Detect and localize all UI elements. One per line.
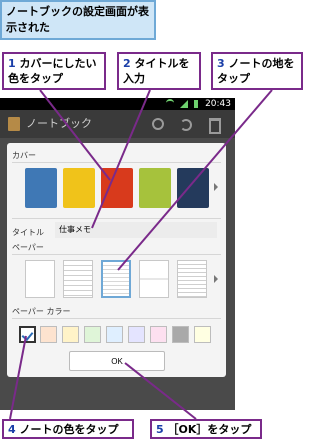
title-label: タイトル: [12, 228, 44, 237]
paper-divider: [12, 254, 221, 255]
status-bar: 20:43: [0, 98, 235, 110]
paper-color-section-label: ペーパー カラー: [12, 307, 71, 316]
paper-color-ivory[interactable]: [194, 326, 211, 343]
checkmark-icon: [21, 328, 34, 342]
cover-color-navy[interactable]: [177, 168, 209, 208]
wifi-icon: [166, 98, 175, 109]
title-input-value: 仕事メモ: [59, 225, 91, 234]
paper-color-pink[interactable]: [150, 326, 167, 343]
caption-box: ノートブックの設定画面が表示された: [0, 0, 156, 40]
paper-color-white[interactable]: [19, 326, 36, 343]
cover-color-red[interactable]: [101, 168, 133, 208]
actionbar-title: ノートブック: [26, 117, 92, 130]
action-bar: ノートブック: [0, 110, 235, 138]
ok-button[interactable]: OK: [69, 351, 165, 371]
callout-1-text: カバーにしたい色をタップ: [8, 57, 97, 85]
cover-color-green[interactable]: [139, 168, 171, 208]
title-input[interactable]: 仕事メモ: [55, 222, 217, 238]
callout-3-text: ノートの地をタップ: [217, 57, 295, 85]
callout-4-number: 4: [8, 423, 16, 436]
callout-2: 2 タイトルを入力: [117, 52, 201, 90]
paper-grid[interactable]: [101, 260, 131, 298]
title-top-divider: [12, 218, 221, 219]
callout-2-number: 2: [123, 57, 131, 70]
callout-4-text: ノートの色をタップ: [19, 423, 119, 436]
paper-ruled-narrow[interactable]: [177, 260, 207, 298]
share-icon[interactable]: [180, 119, 192, 131]
notebook-settings-dialog: カバー タイトル 仕事メモ ペーパー ペーパー カラー OK: [7, 143, 226, 377]
battery-icon: [194, 99, 199, 108]
cover-scroll-arrow-icon[interactable]: [214, 183, 218, 191]
paper-blank[interactable]: [25, 260, 55, 298]
paper-color-lavender[interactable]: [128, 326, 145, 343]
status-time: 20:43: [205, 99, 231, 109]
paper-color-cream[interactable]: [62, 326, 79, 343]
paper-lined[interactable]: [63, 260, 93, 298]
cover-color-yellow[interactable]: [63, 168, 95, 208]
callout-2-text: タイトルを入力: [123, 57, 190, 85]
callout-5-text: ［OK］をタップ: [167, 423, 252, 436]
callout-5-number: 5: [156, 423, 164, 436]
paper-color-mint[interactable]: [84, 326, 101, 343]
signal-icon: [180, 99, 189, 108]
cover-section-label: カバー: [12, 151, 36, 160]
paper-section-label: ペーパー: [12, 243, 44, 252]
trash-icon[interactable]: [209, 118, 221, 134]
callout-4: 4 ノートの色をタップ: [2, 419, 134, 439]
paper-color-sky[interactable]: [106, 326, 123, 343]
cover-color-blue[interactable]: [25, 168, 57, 208]
callout-1-number: 1: [8, 57, 16, 70]
callout-1: 1 カバーにしたい色をタップ: [2, 52, 106, 90]
callout-3: 3 ノートの地をタップ: [211, 52, 303, 90]
callout-3-number: 3: [217, 57, 225, 70]
cover-divider: [12, 162, 221, 163]
search-icon[interactable]: [152, 118, 164, 130]
callout-5: 5 ［OK］をタップ: [150, 419, 262, 439]
paper-scroll-arrow-icon[interactable]: [214, 275, 218, 283]
paper-color-peach[interactable]: [40, 326, 57, 343]
paper-color-divider: [12, 318, 221, 319]
paper-color-gray[interactable]: [172, 326, 189, 343]
caption-text: ノートブックの設定画面が表示された: [6, 5, 149, 34]
phone-screen: 20:43 ノートブック カバー タイトル 仕事メモ ペーパー ペーパー カラー…: [0, 98, 235, 410]
paper-divided[interactable]: [139, 260, 169, 298]
notebook-app-icon[interactable]: [8, 117, 20, 131]
